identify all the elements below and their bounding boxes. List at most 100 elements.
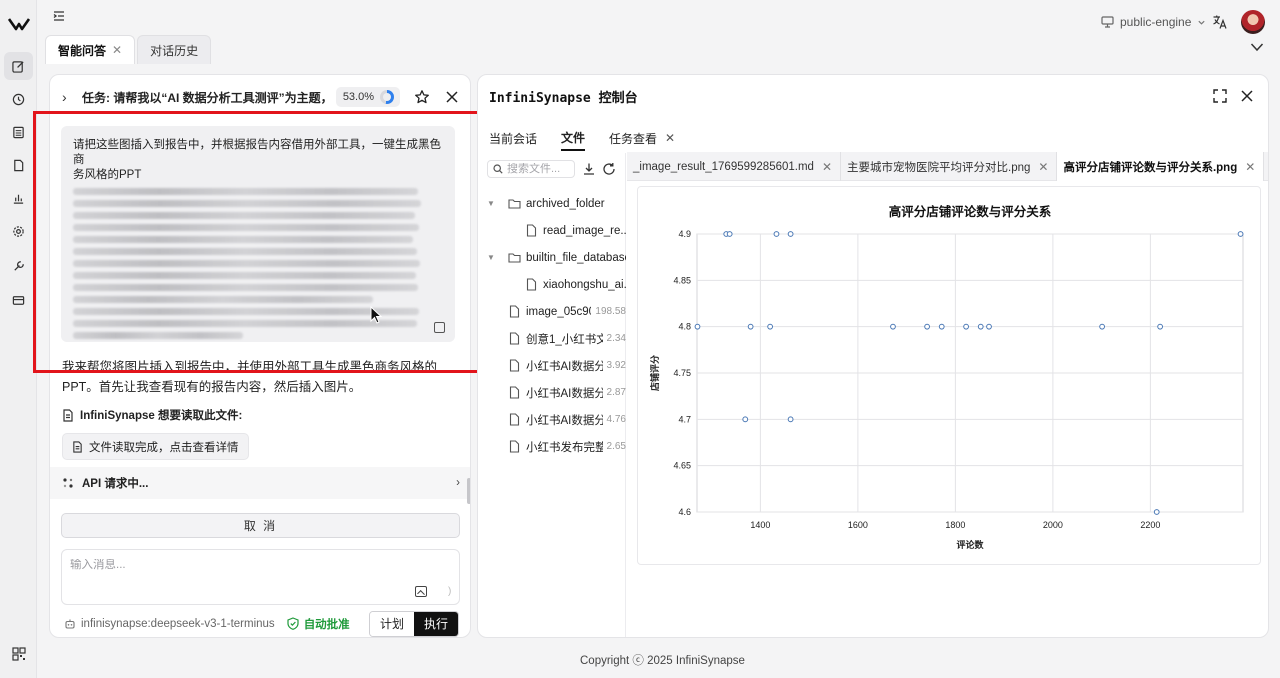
console-title-suffix: 控制台 bbox=[598, 90, 638, 105]
edit-icon[interactable] bbox=[4, 52, 33, 80]
data-point bbox=[1153, 509, 1160, 515]
cancel-button[interactable]: 取 消 bbox=[61, 513, 460, 538]
file-read-request: InfiniSynapse 想要读取此文件: bbox=[62, 407, 242, 423]
close-icon[interactable]: ✕ bbox=[1038, 160, 1048, 174]
star-icon[interactable] bbox=[414, 89, 430, 105]
data-point bbox=[890, 323, 896, 330]
file-read-detail-button[interactable]: 文件读取完成，点击查看详情 bbox=[62, 433, 249, 460]
expand-toggle-icon[interactable]: ▼ bbox=[487, 253, 495, 262]
execute-mode-button[interactable]: 执行 bbox=[414, 611, 458, 636]
tree-folder[interactable]: ▼ archived_folder bbox=[478, 190, 626, 217]
close-icon[interactable]: ✕ bbox=[665, 131, 675, 145]
api-request-status[interactable]: API 请求中... › bbox=[50, 467, 470, 499]
card-icon[interactable] bbox=[10, 292, 27, 309]
tree-file[interactable]: 创意1_小红书文...2.34 bbox=[478, 325, 626, 352]
chevron-down-icon[interactable] bbox=[1250, 40, 1264, 54]
download-icon[interactable] bbox=[582, 162, 596, 176]
x-tick-label: 2200 bbox=[1140, 520, 1160, 530]
file-read-label: InfiniSynapse 想要读取此文件: bbox=[80, 410, 243, 422]
translate-icon[interactable] bbox=[1212, 14, 1228, 30]
data-point bbox=[726, 231, 733, 237]
plan-mode-button[interactable]: 计划 bbox=[370, 611, 414, 636]
auto-approve-toggle[interactable]: 自动批准 bbox=[287, 616, 350, 632]
history-icon[interactable] bbox=[10, 91, 27, 108]
tab-label: 对话历史 bbox=[150, 43, 199, 58]
file-tabs: _image_result_1769599285601.md ✕ 主要城市宠物医院… bbox=[627, 152, 1268, 181]
gear-icon[interactable] bbox=[10, 223, 27, 240]
tab-files[interactable]: 文件 bbox=[561, 125, 586, 151]
file-icon bbox=[509, 386, 520, 399]
data-point bbox=[773, 231, 780, 237]
tree-file[interactable]: image_05c90... 198.58 bbox=[478, 298, 626, 325]
progress-ring-icon bbox=[380, 90, 395, 104]
data-point bbox=[1237, 231, 1244, 237]
tree-file[interactable]: 小红书发布完整...2.65 bbox=[478, 433, 626, 460]
composer-footer: infinisynapse:deepseek-v3-1-terminus 自动批… bbox=[64, 610, 459, 637]
tree-item-label: archived_folder bbox=[526, 197, 605, 210]
close-icon[interactable]: ✕ bbox=[112, 43, 122, 57]
tree-item-label: read_image_re... bbox=[543, 224, 626, 237]
tree-file[interactable]: xiaohongshu_ai... bbox=[478, 271, 626, 298]
chat-scrollbar[interactable] bbox=[467, 478, 470, 504]
close-icon[interactable] bbox=[1240, 89, 1254, 103]
data-point bbox=[767, 323, 774, 330]
sidebar-toggle-icon[interactable] bbox=[52, 9, 66, 23]
close-icon[interactable]: ✕ bbox=[1245, 160, 1255, 174]
model-selector[interactable]: infinisynapse:deepseek-v3-1-terminus bbox=[64, 618, 275, 630]
console-title: InfiniSynapse 控制台 bbox=[489, 87, 638, 106]
avatar[interactable] bbox=[1241, 10, 1265, 34]
refresh-icon[interactable] bbox=[602, 162, 616, 176]
scatter-chart: 1400 1600 1800 2000 2200 4.6 4.65 4.7 4.75 4.8 4.8… bbox=[649, 204, 1244, 550]
file-tab[interactable]: _image_result_1769599285601.md ✕ bbox=[627, 152, 842, 181]
progress-label: 53.0% bbox=[342, 91, 375, 103]
file-tree: ▼ archived_folder read_image_re... ▼ builtin… bbox=[478, 190, 626, 460]
tab-task-view[interactable]: 任务查看 ✕ bbox=[609, 125, 675, 151]
message-input[interactable] bbox=[70, 559, 410, 571]
list-icon[interactable] bbox=[10, 124, 27, 141]
qrcode-icon[interactable] bbox=[10, 645, 27, 662]
document-icon[interactable] bbox=[10, 157, 27, 174]
file-tab-label: 高评分店铺评论数与评分关系.png bbox=[1063, 161, 1238, 174]
tree-file[interactable]: 小红书AI数据分...4.76 bbox=[478, 406, 626, 433]
file-tab[interactable]: 高评分店铺评论数与评分关系.png ✕ bbox=[1057, 152, 1265, 181]
user-message: 请把这些图插入到报告中，并根据报告内容借用外部工具，一键生成黑色商 务风格的PP… bbox=[61, 126, 455, 342]
more-tabs-button[interactable]: ··· bbox=[1264, 152, 1268, 181]
file-tab-label: 主要城市宠物医院平均评分对比.png bbox=[847, 161, 1031, 174]
file-size: 4.76 bbox=[606, 414, 626, 425]
tree-folder[interactable]: ▼ builtin_file_database bbox=[478, 244, 626, 271]
user-message-line: 请把这些图插入到报告中，并根据报告内容借用外部工具，一键生成黑色商 bbox=[73, 139, 441, 166]
tab-smart-qa[interactable]: 智能问答 ✕ bbox=[45, 35, 136, 64]
wrench-icon[interactable] bbox=[10, 258, 27, 275]
image-upload-icon[interactable] bbox=[415, 586, 427, 597]
data-point bbox=[986, 323, 992, 330]
api-status-label: API 请求中... bbox=[82, 478, 149, 490]
chevron-right-icon[interactable]: › bbox=[62, 89, 78, 105]
tab-current-session[interactable]: 当前会话 bbox=[489, 125, 537, 151]
expand-toggle-icon[interactable]: ▼ bbox=[487, 199, 495, 208]
file-icon bbox=[509, 440, 520, 453]
y-tick-label: 4.9 bbox=[678, 229, 691, 239]
tab-label: 任务查看 bbox=[609, 131, 658, 146]
tree-file[interactable]: 小红书AI数据分...3.92 bbox=[478, 352, 626, 379]
folder-icon bbox=[508, 199, 521, 209]
chart-icon[interactable] bbox=[10, 190, 27, 207]
tree-item-label: xiaohongshu_ai... bbox=[543, 278, 626, 291]
y-tick-label: 4.75 bbox=[673, 368, 691, 378]
redacted-text bbox=[73, 188, 443, 339]
tree-file[interactable]: read_image_re... bbox=[478, 217, 626, 244]
app-logo-icon[interactable] bbox=[8, 16, 30, 32]
robot-icon bbox=[65, 619, 75, 629]
file-search-input[interactable] bbox=[507, 163, 567, 175]
console-tabs: 当前会话 文件 任务查看 ✕ bbox=[489, 125, 699, 151]
file-tab[interactable]: 主要城市宠物医院平均评分对比.png ✕ bbox=[841, 152, 1058, 181]
close-icon[interactable] bbox=[444, 89, 460, 105]
close-icon[interactable]: ✕ bbox=[822, 160, 832, 174]
engine-selector[interactable]: public-engine bbox=[1101, 14, 1206, 30]
fullscreen-icon[interactable] bbox=[1213, 89, 1227, 103]
tree-file[interactable]: 小红书AI数据分...2.87 bbox=[478, 379, 626, 406]
task-title[interactable]: 任务: 请帮我以“AI 数据分析工具测评”为主题，去... bbox=[82, 89, 326, 106]
chat-panel: › 任务: 请帮我以“AI 数据分析工具测评”为主题，去... 53.0% 请把… bbox=[49, 74, 471, 638]
chevron-right-icon[interactable]: › bbox=[456, 477, 460, 489]
copy-icon[interactable] bbox=[434, 322, 445, 333]
tab-chat-history[interactable]: 对话历史 bbox=[137, 35, 212, 64]
